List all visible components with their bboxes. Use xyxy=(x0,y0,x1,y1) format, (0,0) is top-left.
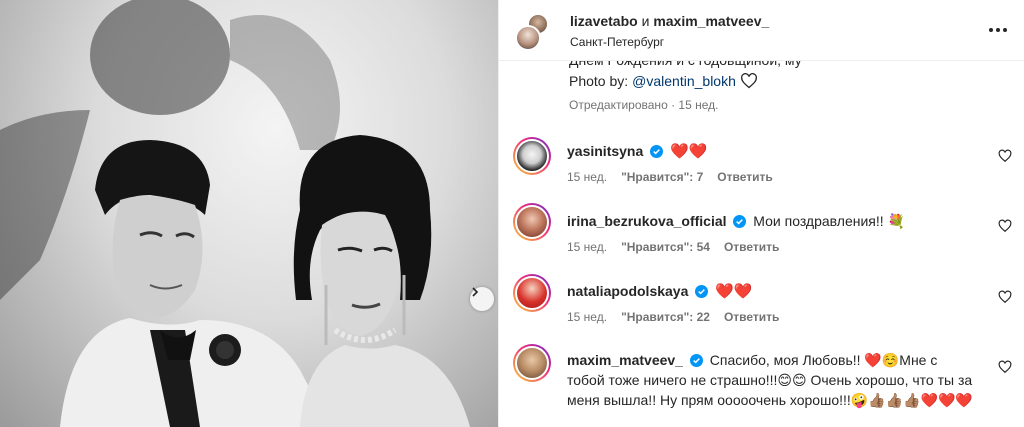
chevron-right-icon xyxy=(472,287,479,297)
comment-like-icon[interactable] xyxy=(998,290,1012,304)
verified-badge-icon xyxy=(650,145,664,158)
verified-badge-icon xyxy=(689,354,703,367)
avatar[interactable] xyxy=(513,274,551,312)
comment-username[interactable]: yasinitsyna xyxy=(567,143,643,159)
coauthor-joiner: и xyxy=(637,13,654,29)
comment-text: ❤️❤️ xyxy=(670,143,708,160)
verified-badge-icon xyxy=(733,215,747,228)
comment-username[interactable]: irina_bezrukova_official xyxy=(567,213,727,229)
avatar[interactable] xyxy=(513,137,551,175)
avatar[interactable] xyxy=(513,344,551,382)
reply-button[interactable]: Ответить xyxy=(717,170,772,184)
comment-likes[interactable]: "Нравится": 7 xyxy=(621,170,703,184)
avatar[interactable] xyxy=(515,25,541,51)
comment-age: 15 нед. xyxy=(567,240,608,254)
comment-age: 15 нед. xyxy=(567,170,608,184)
photo-credit-link[interactable]: @valentin_blokh xyxy=(632,73,736,89)
reply-button[interactable]: Ответить xyxy=(724,240,779,254)
comment-meta: 15 нед. "Нравится": 22 Ответить xyxy=(567,310,779,324)
avatar[interactable] xyxy=(513,203,551,241)
comment-likes[interactable]: "Нравится": 54 xyxy=(621,240,710,254)
photo-credit-label: Photo by: xyxy=(569,73,629,89)
comment-age: 15 нед. xyxy=(567,310,608,324)
heart-outline-icon xyxy=(740,73,757,89)
comment-meta: 15 нед. "Нравится": 54 Ответить xyxy=(567,240,779,254)
comment-likes[interactable]: "Нравится": 22 xyxy=(621,310,710,324)
comment-text: Мои поздравления!! 💐 xyxy=(753,213,905,229)
edited-timestamp: Отредактировано · 15 нед. xyxy=(569,98,719,112)
photo-credit: Photo by: @valentin_blokh xyxy=(569,73,758,89)
post-authors: lizavetabo и maxim_matveev_ xyxy=(570,13,769,29)
comment-meta: 15 нед. "Нравится": 7 Ответить xyxy=(567,170,773,184)
author-username[interactable]: lizavetabo xyxy=(570,13,638,29)
photo-artwork xyxy=(0,0,470,427)
reply-button[interactable]: Ответить xyxy=(724,310,779,324)
coauthor-username[interactable]: maxim_matveev_ xyxy=(653,13,769,29)
comment-username[interactable]: nataliapodolskaya xyxy=(567,283,688,299)
verified-badge-icon xyxy=(695,285,709,298)
more-horizontal-icon xyxy=(989,28,993,32)
post-side-panel: lizavetabo и maxim_matveev_ Санкт-Петерб… xyxy=(498,0,1024,427)
more-options-button[interactable] xyxy=(987,22,1009,38)
post-location[interactable]: Санкт-Петербург xyxy=(570,35,664,49)
comment-like-icon[interactable] xyxy=(998,149,1012,163)
comment-username[interactable]: maxim_matveev_ xyxy=(567,352,683,368)
comment-text: ❤️❤️ xyxy=(715,283,753,300)
comment-like-icon[interactable] xyxy=(998,360,1012,374)
coauthor-avatars[interactable] xyxy=(515,13,555,53)
post-header: lizavetabo и maxim_matveev_ Санкт-Петерб… xyxy=(499,0,1024,61)
comment-like-icon[interactable] xyxy=(998,219,1012,233)
post-photo[interactable] xyxy=(0,0,498,427)
carousel-next-button[interactable] xyxy=(470,287,494,311)
